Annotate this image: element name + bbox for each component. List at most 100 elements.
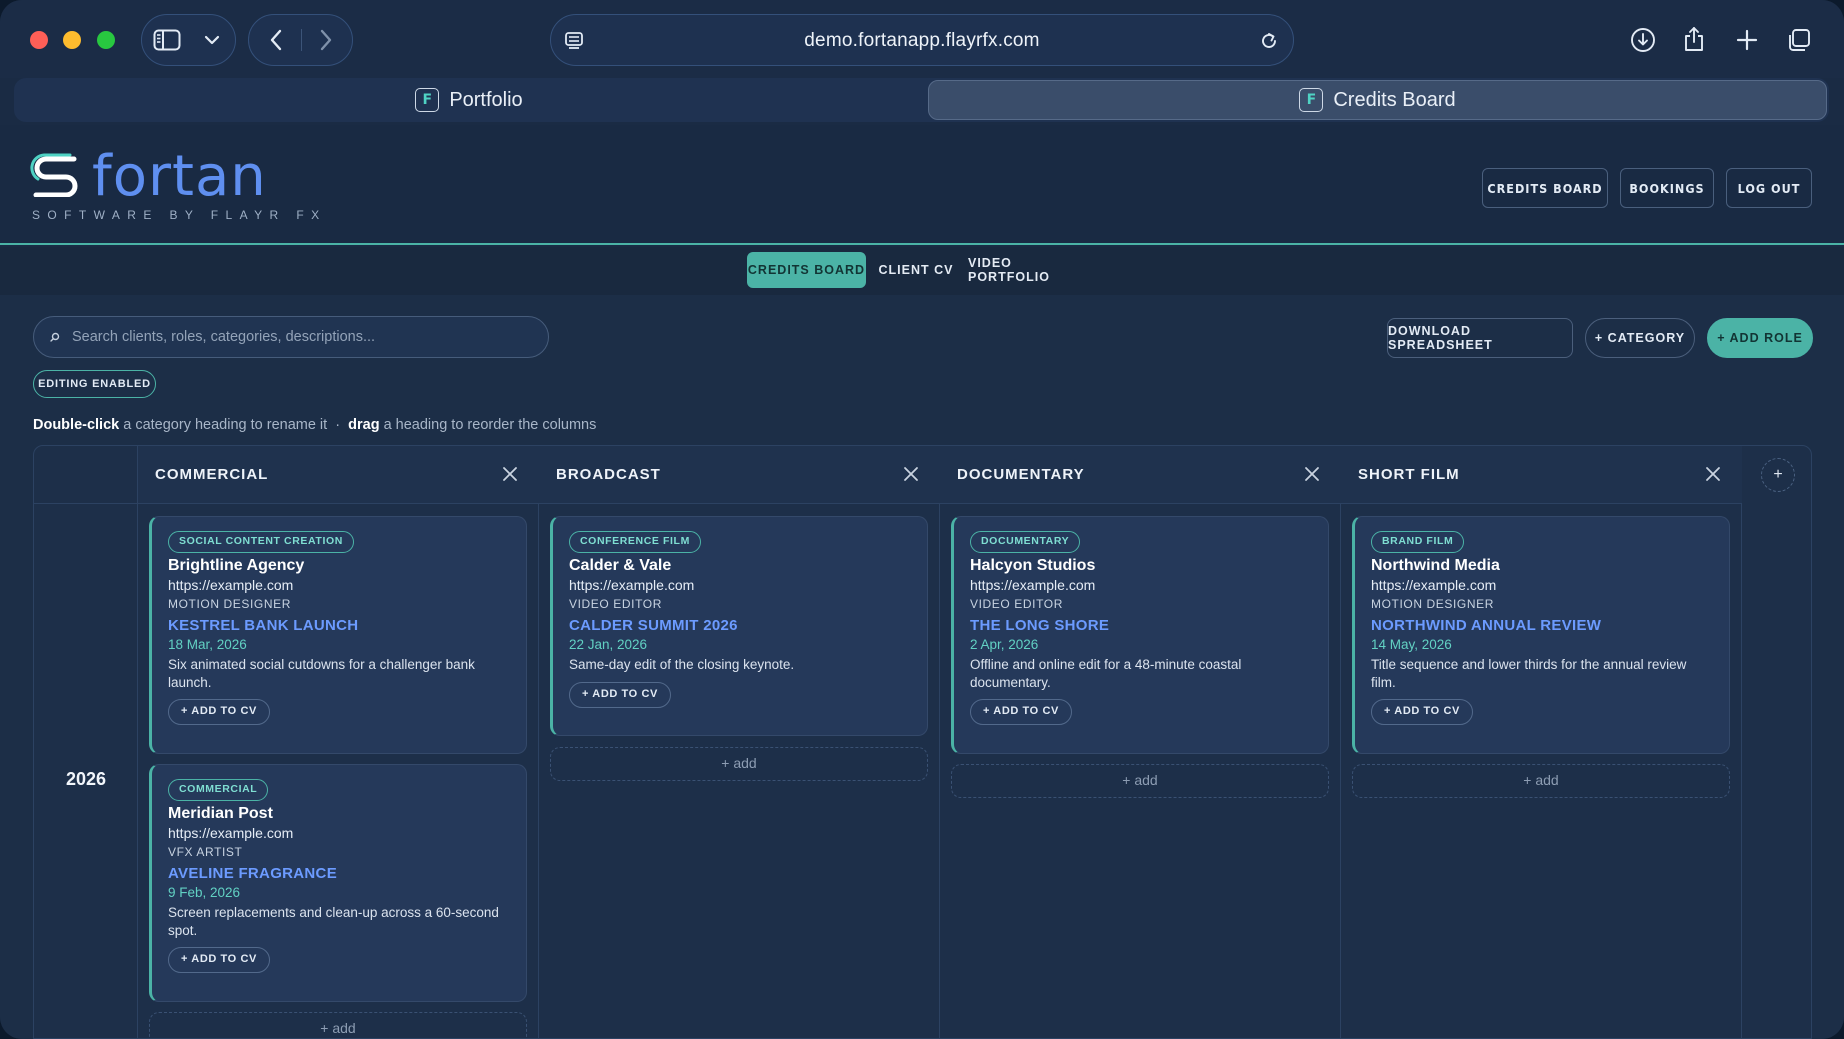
- search-icon: [50, 332, 60, 342]
- download-spreadsheet-button[interactable]: DOWNLOAD SPREADSHEET: [1387, 318, 1573, 358]
- add-column-button[interactable]: +: [1761, 458, 1795, 492]
- project-title[interactable]: AVELINE FRAGRANCE: [168, 865, 510, 882]
- close-window-button[interactable]: [30, 31, 48, 49]
- role: VIDEO EDITOR: [569, 597, 662, 611]
- search-input[interactable]: [72, 329, 548, 345]
- credit-card[interactable]: SOCIAL CONTENT CREATION Brightline Agenc…: [149, 516, 527, 754]
- client-name: Calder & Vale: [569, 557, 672, 574]
- category-chip: BRAND FILM: [1371, 531, 1465, 553]
- credits-board-button[interactable]: CREDITS BOARD: [1482, 168, 1608, 208]
- tab-overview-icon[interactable]: [1785, 26, 1813, 54]
- category-title[interactable]: SHORT FILM: [1358, 466, 1460, 483]
- project-date: 2 Apr, 2026: [970, 637, 1039, 652]
- project-description: Six animated social cutdowns for a chall…: [168, 657, 475, 690]
- close-icon[interactable]: [900, 463, 922, 485]
- browser-toolbar: demo.fortanapp.flayrfx.com: [0, 0, 1844, 78]
- project-description: Offline and online edit for a 48-minute …: [970, 657, 1242, 690]
- category-column: COMMERCIAL SOCIAL CONTENT CREATION Brigh…: [138, 446, 539, 1038]
- editing-hint: Double-click a category heading to renam…: [33, 417, 596, 433]
- log-out-button[interactable]: LOG OUT: [1726, 168, 1812, 208]
- logo-wordmark[interactable]: fortan: [92, 147, 267, 207]
- credit-card[interactable]: CONFERENCE FILM Calder & Vale https://ex…: [550, 516, 928, 736]
- back-icon[interactable]: [263, 27, 289, 53]
- project-title[interactable]: THE LONG SHORE: [970, 617, 1312, 634]
- role: VFX ARTIST: [168, 845, 243, 859]
- address-bar[interactable]: demo.fortanapp.flayrfx.com: [550, 14, 1294, 66]
- search-box[interactable]: [33, 316, 549, 358]
- subtab-client-cv[interactable]: CLIENT CV: [872, 252, 960, 288]
- client-url[interactable]: https://example.com: [569, 577, 911, 593]
- role: MOTION DESIGNER: [1371, 597, 1495, 611]
- client-name: Meridian Post: [168, 805, 273, 822]
- tab-label: Portfolio: [449, 88, 523, 111]
- minimize-window-button[interactable]: [63, 31, 81, 49]
- hint-text-1: a category heading to rename it ·: [119, 417, 349, 433]
- logo-icon[interactable]: [30, 153, 82, 202]
- client-url[interactable]: https://example.com: [1371, 577, 1713, 593]
- category-column: SHORT FILM BRAND FILM Northwind Media ht…: [1341, 446, 1742, 1038]
- client-url[interactable]: https://example.com: [168, 825, 510, 841]
- subtab-video-portfolio[interactable]: VIDEO PORTFOLIO: [968, 252, 1094, 288]
- close-icon[interactable]: [1301, 463, 1323, 485]
- add-to-cv-button[interactable]: + ADD TO CV: [569, 681, 671, 708]
- reload-icon[interactable]: [1257, 29, 1281, 53]
- category-heading[interactable]: DOCUMENTARY: [940, 446, 1341, 504]
- add-credit-slot[interactable]: + add: [1352, 764, 1730, 798]
- close-icon[interactable]: [1702, 463, 1724, 485]
- add-credit-slot[interactable]: + add: [550, 747, 928, 781]
- client-url[interactable]: https://example.com: [970, 577, 1312, 593]
- url-text[interactable]: demo.fortanapp.flayrfx.com: [551, 15, 1293, 67]
- close-icon[interactable]: [499, 463, 521, 485]
- category-chip: DOCUMENTARY: [970, 531, 1081, 553]
- new-tab-icon[interactable]: [1733, 26, 1761, 54]
- hint-bold-2: drag: [348, 417, 380, 433]
- project-description: Screen replacements and clean-up across …: [168, 905, 499, 938]
- add-role-button[interactable]: + ADD ROLE: [1707, 318, 1813, 358]
- category-title[interactable]: DOCUMENTARY: [957, 466, 1085, 483]
- credit-card[interactable]: COMMERCIAL Meridian Post https://example…: [149, 764, 527, 1002]
- add-column-area: +: [1742, 446, 1811, 1038]
- tab-label: Credits Board: [1333, 88, 1456, 111]
- year-column: 2026: [34, 446, 138, 1038]
- forward-icon[interactable]: [313, 27, 339, 53]
- tab-portfolio[interactable]: F Portfolio: [14, 80, 924, 120]
- category-title[interactable]: COMMERCIAL: [155, 466, 268, 483]
- category-chip: CONFERENCE FILM: [569, 531, 701, 553]
- downloads-icon[interactable]: [1629, 26, 1657, 54]
- add-credit-slot[interactable]: + add: [149, 1012, 527, 1038]
- main-content: DOWNLOAD SPREADSHEET + CATEGORY + ADD RO…: [0, 295, 1844, 1039]
- category-heading[interactable]: COMMERCIAL: [138, 446, 539, 504]
- project-title[interactable]: KESTREL BANK LAUNCH: [168, 617, 510, 634]
- client-name: Halcyon Studios: [970, 557, 1096, 574]
- bookings-button[interactable]: BOOKINGS: [1620, 168, 1714, 208]
- client-name: Brightline Agency: [168, 557, 305, 574]
- category-heading[interactable]: SHORT FILM: [1341, 446, 1742, 504]
- add-category-button[interactable]: + CATEGORY: [1585, 318, 1695, 358]
- credit-card[interactable]: DOCUMENTARY Halcyon Studios https://exam…: [951, 516, 1329, 754]
- category-heading[interactable]: BROADCAST: [539, 446, 940, 504]
- project-title[interactable]: CALDER SUMMIT 2026: [569, 617, 911, 634]
- browser-actions: [1615, 14, 1827, 66]
- project-title[interactable]: NORTHWIND ANNUAL REVIEW: [1371, 617, 1713, 634]
- subtab-credits-board[interactable]: CREDITS BOARD: [747, 252, 866, 288]
- credit-card[interactable]: BRAND FILM Northwind Media https://examp…: [1352, 516, 1730, 754]
- chevron-down-icon[interactable]: [200, 29, 224, 51]
- share-icon[interactable]: [1681, 24, 1707, 54]
- zoom-window-button[interactable]: [97, 31, 115, 49]
- add-to-cv-button[interactable]: + ADD TO CV: [168, 947, 270, 973]
- client-url[interactable]: https://example.com: [168, 577, 510, 593]
- add-to-cv-button[interactable]: + ADD TO CV: [168, 699, 270, 725]
- add-to-cv-button[interactable]: + ADD TO CV: [970, 699, 1072, 725]
- client-name: Northwind Media: [1371, 557, 1500, 574]
- sidebar-icon[interactable]: [152, 27, 182, 53]
- project-date: 18 Mar, 2026: [168, 637, 247, 652]
- project-date: 22 Jan, 2026: [569, 637, 648, 652]
- hint-text-2: a heading to reorder the columns: [379, 417, 597, 433]
- add-credit-slot[interactable]: + add: [951, 764, 1329, 798]
- editing-enabled-badge[interactable]: EDITING ENABLED: [33, 370, 156, 398]
- tab-credits-board[interactable]: F Credits Board: [928, 80, 1827, 120]
- role: MOTION DESIGNER: [168, 597, 292, 611]
- project-date: 9 Feb, 2026: [168, 885, 241, 900]
- category-title[interactable]: BROADCAST: [556, 466, 661, 483]
- add-to-cv-button[interactable]: + ADD TO CV: [1371, 699, 1473, 725]
